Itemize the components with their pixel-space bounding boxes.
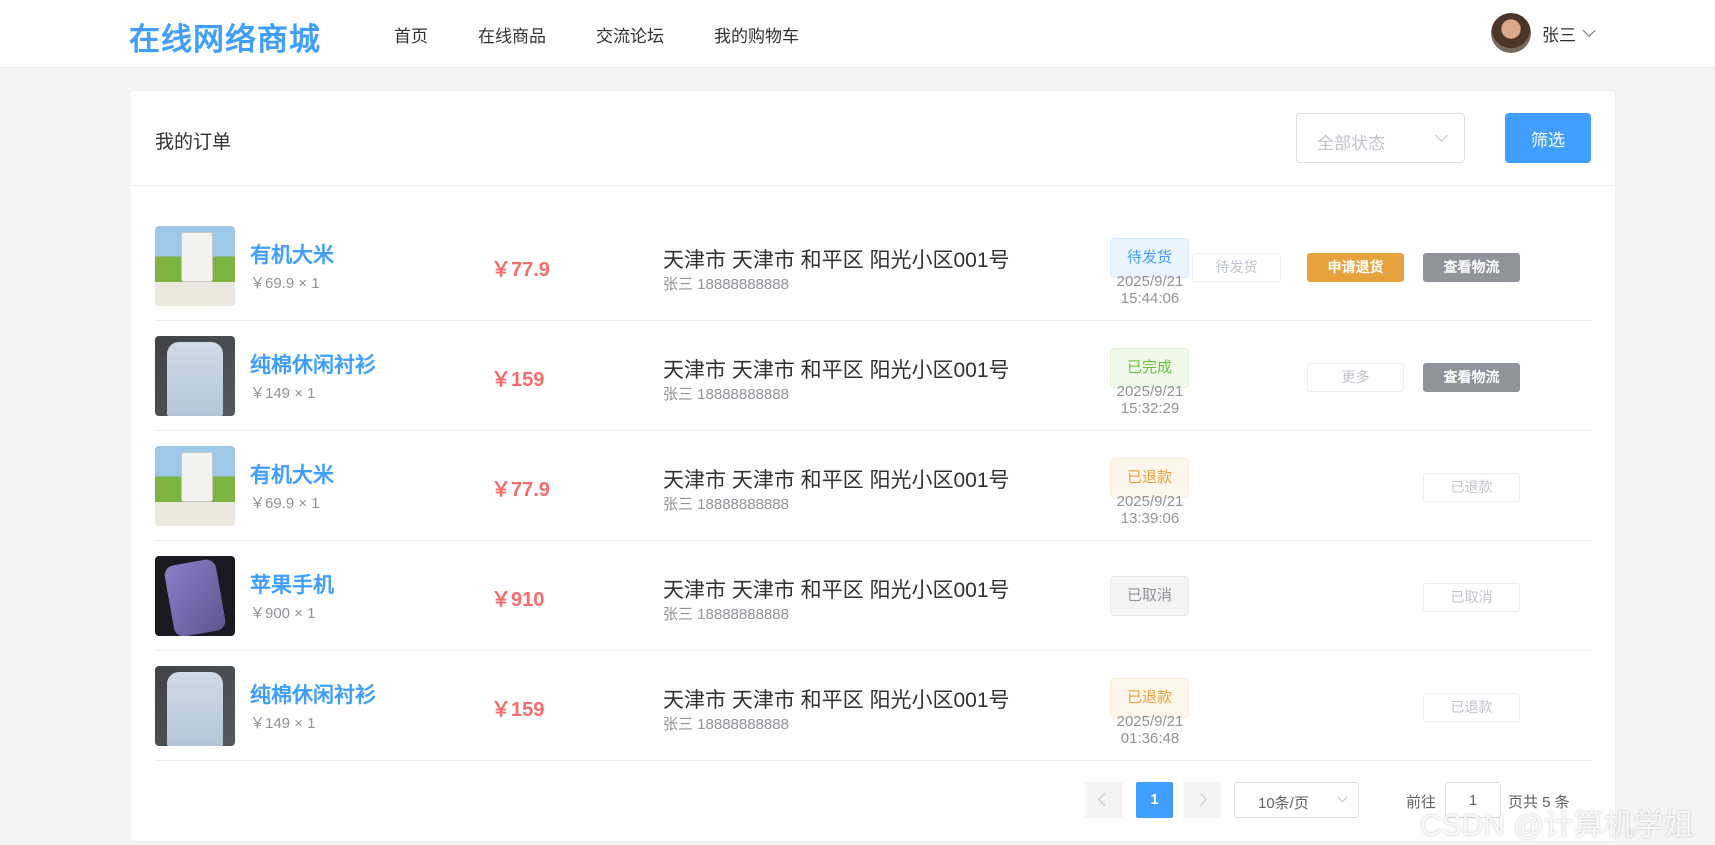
- refunded-button[interactable]: 已退款: [1423, 473, 1520, 502]
- product-image[interactable]: [155, 556, 235, 636]
- shipping-contact: 张三 18888888888: [663, 276, 789, 293]
- status-badge: 已完成: [1110, 348, 1189, 388]
- status-filter-select[interactable]: 全部状态: [1296, 113, 1465, 163]
- product-price-qty: ￥69.9 × 1: [250, 495, 320, 512]
- nav-products[interactable]: 在线商品: [478, 22, 546, 47]
- product-image[interactable]: [155, 336, 235, 416]
- shipping-address: 天津市 天津市 和平区 阳光小区001号: [663, 359, 1010, 382]
- order-total: ￥77.9: [491, 259, 550, 281]
- cancelled-button[interactable]: 已取消: [1423, 583, 1520, 612]
- page-number-active[interactable]: 1: [1136, 782, 1173, 818]
- product-name[interactable]: 有机大米: [250, 459, 334, 489]
- product-name[interactable]: 有机大米: [250, 239, 334, 269]
- shipping-address: 天津市 天津市 和平区 阳光小区001号: [663, 249, 1010, 272]
- order-row: 有机大米 ￥69.9 × 1 ￥77.9 天津市 天津市 和平区 阳光小区001…: [155, 431, 1592, 541]
- orders-card: 我的订单 全部状态 筛选 有机大米 ￥69.9 × 1 ￥77.9 天津市 天津…: [129, 90, 1616, 842]
- pending-ship-button[interactable]: 待发货: [1192, 253, 1281, 282]
- total-count: 页共 5 条: [1508, 794, 1570, 811]
- view-logistics-button[interactable]: 查看物流: [1423, 253, 1520, 282]
- status-badge: 已取消: [1110, 576, 1189, 616]
- order-time: 2025/9/21 01:36:48: [1116, 713, 1184, 747]
- page-title: 我的订单: [155, 132, 232, 153]
- user-menu[interactable]: 张三: [1491, 12, 1596, 54]
- product-name[interactable]: 纯棉休闲衬衫: [250, 679, 376, 709]
- user-name: 张三: [1542, 25, 1576, 45]
- refunded-button[interactable]: 已退款: [1423, 693, 1520, 722]
- next-page-button[interactable]: [1184, 782, 1221, 818]
- status-badge: 已退款: [1110, 458, 1189, 498]
- view-logistics-button[interactable]: 查看物流: [1423, 363, 1520, 392]
- status-filter-placeholder: 全部状态: [1317, 134, 1385, 153]
- order-row: 苹果手机 ￥900 × 1 ￥910 天津市 天津市 和平区 阳光小区001号 …: [155, 541, 1592, 651]
- goto-label: 前往: [1406, 794, 1437, 811]
- goto-page-input[interactable]: [1445, 782, 1501, 818]
- shipping-contact: 张三 18888888888: [663, 496, 789, 513]
- prev-page-button[interactable]: [1085, 782, 1122, 818]
- shipping-address: 天津市 天津市 和平区 阳光小区001号: [663, 689, 1010, 712]
- product-image[interactable]: [155, 446, 235, 526]
- order-total: ￥910: [491, 589, 545, 611]
- site-logo[interactable]: 在线网络商城: [129, 14, 321, 59]
- product-price-qty: ￥149 × 1: [250, 385, 316, 402]
- status-badge: 待发货: [1110, 238, 1189, 278]
- order-time: 2025/9/21 13:39:06: [1116, 493, 1184, 527]
- product-name[interactable]: 苹果手机: [250, 569, 334, 599]
- page-size-value: 10条/页: [1258, 795, 1309, 812]
- shipping-address: 天津市 天津市 和平区 阳光小区001号: [663, 469, 1010, 492]
- order-total: ￥159: [491, 699, 545, 721]
- order-row: 纯棉休闲衬衫 ￥149 × 1 ￥159 天津市 天津市 和平区 阳光小区001…: [155, 651, 1592, 761]
- top-header: 在线网络商城 首页 在线商品 交流论坛 我的购物车 张三: [0, 0, 1715, 68]
- order-list: 有机大米 ￥69.9 × 1 ￥77.9 天津市 天津市 和平区 阳光小区001…: [155, 211, 1592, 761]
- product-image[interactable]: [155, 226, 235, 306]
- product-price-qty: ￥149 × 1: [250, 715, 316, 732]
- request-return-button[interactable]: 申请退货: [1307, 253, 1404, 282]
- status-badge: 已退款: [1110, 678, 1189, 718]
- more-button[interactable]: 更多: [1307, 363, 1404, 392]
- nav-home[interactable]: 首页: [394, 22, 428, 47]
- order-total: ￥159: [491, 369, 545, 391]
- chevron-down-icon: [1582, 23, 1596, 37]
- shipping-address: 天津市 天津市 和平区 阳光小区001号: [663, 579, 1010, 602]
- shipping-contact: 张三 18888888888: [663, 386, 789, 403]
- order-time: 2025/9/21 15:32:29: [1116, 383, 1184, 417]
- shipping-contact: 张三 18888888888: [663, 606, 789, 623]
- product-price-qty: ￥900 × 1: [250, 605, 316, 622]
- page-size-select[interactable]: 10条/页: [1234, 782, 1359, 818]
- main-nav: 首页 在线商品 交流论坛 我的购物车: [394, 0, 849, 68]
- nav-forum[interactable]: 交流论坛: [596, 22, 664, 47]
- card-header: 我的订单 全部状态 筛选: [130, 91, 1615, 186]
- chevron-down-icon: [1435, 129, 1448, 142]
- filter-button[interactable]: 筛选: [1505, 113, 1591, 163]
- order-total: ￥77.9: [491, 479, 550, 501]
- pagination: 1 10条/页 前往 页共 5 条: [130, 779, 1617, 819]
- avatar: [1491, 13, 1531, 53]
- product-price-qty: ￥69.9 × 1: [250, 275, 320, 292]
- chevron-down-icon: [1337, 792, 1348, 803]
- shipping-contact: 张三 18888888888: [663, 716, 789, 733]
- order-row: 纯棉休闲衬衫 ￥149 × 1 ￥159 天津市 天津市 和平区 阳光小区001…: [155, 321, 1592, 431]
- product-name[interactable]: 纯棉休闲衬衫: [250, 349, 376, 379]
- nav-cart[interactable]: 我的购物车: [714, 22, 799, 47]
- product-image[interactable]: [155, 666, 235, 746]
- order-row: 有机大米 ￥69.9 × 1 ￥77.9 天津市 天津市 和平区 阳光小区001…: [155, 211, 1592, 321]
